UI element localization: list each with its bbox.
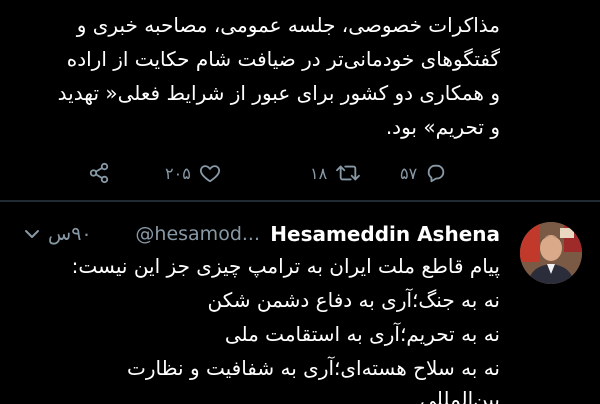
tweet-header: Hesameddin Ashena @hesamod... ۹۰س [10,220,500,250]
tweet-text-line: و همکاری دو کشور برای عبور از شرایط فعلی… [57,81,500,105]
avatar[interactable] [520,222,582,284]
tweet-text-line: گفتگوهای خودمانی‌تر در ضیافت شام حکایت ا… [66,47,500,71]
tweet-text-line: نه به جنگ؛آری به دفاع دشمن شکن [207,288,500,312]
retweet-count: ۱۸ [310,163,328,183]
reply-button[interactable]: ۵۷ [400,162,447,184]
share-button[interactable] [88,162,110,184]
reply-count: ۵۷ [400,163,418,183]
tweet-text-line: مذاکرات خصوصی، جلسه عمومی، مصاحبه خبری و [76,13,500,37]
retweet-icon [336,165,361,181]
tweet-timestamp[interactable]: ۹۰س [48,223,92,245]
retweet-button[interactable]: ۱۸ [310,162,361,184]
tweet-text-line: بین‌المللی [420,387,500,404]
author-name[interactable]: Hesameddin Ashena [270,222,500,246]
like-button[interactable]: ۲۰۵ [165,162,221,184]
author-handle[interactable]: @hesamod... [135,223,260,245]
tweet-actions: ۲۰۵ ۱۸ ۵۷ [0,160,600,190]
tweet-text-line: و تحریم» بود. [385,115,500,139]
like-count: ۲۰۵ [165,163,191,183]
share-icon [89,162,109,184]
tweet-text-line: پیام قاطع ملت ایران به ترامپ چیزی جز این… [71,254,500,278]
heart-icon [199,165,220,183]
tweet-text-line: نه به تحریم؛آری به استقامت ملی [224,322,500,346]
chevron-down-icon[interactable] [24,228,40,240]
tweet-text-line: نه به سلاح هسته‌ای؛آری به شفافیت و نظارت [127,356,500,380]
previous-tweet: مذاکرات خصوصی، جلسه عمومی، مصاحبه خبری و… [0,0,600,200]
profile-photo [520,222,582,284]
reply-icon [427,164,445,183]
reply-tweet[interactable]: Hesameddin Ashena @hesamod... ۹۰س پیام ق… [0,202,600,404]
